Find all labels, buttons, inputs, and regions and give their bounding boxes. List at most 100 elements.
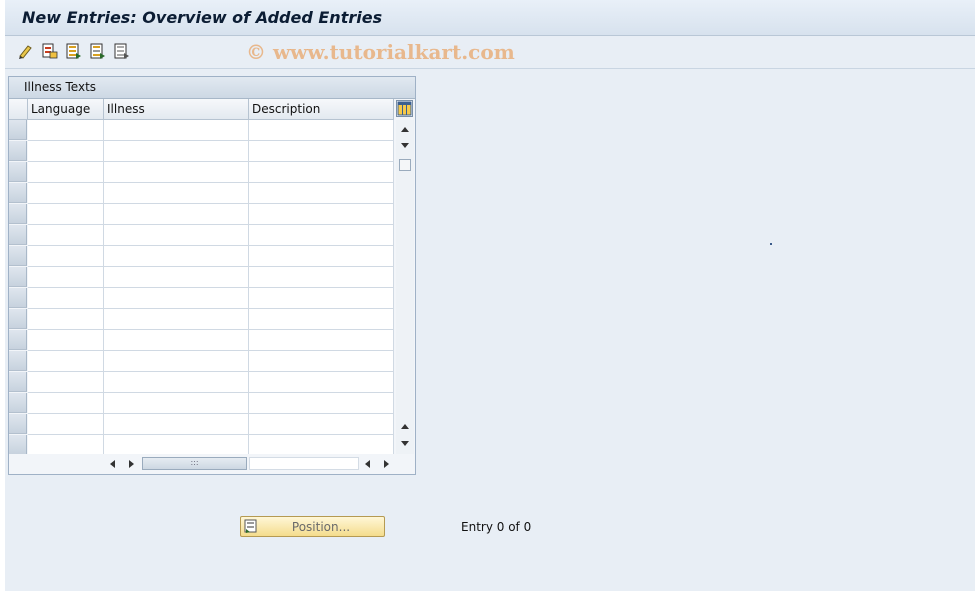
vertical-scrollbar[interactable] xyxy=(396,120,414,454)
copy-icon[interactable] xyxy=(41,42,59,60)
table-title-bar: Illness Texts xyxy=(9,77,415,99)
row-selector[interactable] xyxy=(9,225,27,245)
table-row xyxy=(9,351,394,372)
horizontal-scrollbar[interactable]: ::: xyxy=(9,454,415,473)
scroll-up-arrow-icon[interactable] xyxy=(400,125,410,133)
scroll-down-arrow-icon[interactable] xyxy=(400,142,410,150)
page-up-arrow-icon[interactable] xyxy=(400,422,410,430)
cell-language[interactable] xyxy=(28,351,104,372)
cell-illness[interactable] xyxy=(104,141,249,162)
row-selector[interactable] xyxy=(9,141,27,161)
row-selector[interactable] xyxy=(9,414,27,434)
table-row xyxy=(9,120,394,141)
cell-language[interactable] xyxy=(28,183,104,204)
row-selector[interactable] xyxy=(9,309,27,329)
cell-language[interactable] xyxy=(28,288,104,309)
cell-description[interactable] xyxy=(249,393,394,414)
cell-illness[interactable] xyxy=(104,435,249,456)
watermark: © www.tutorialkart.com xyxy=(246,40,515,64)
cell-language[interactable] xyxy=(28,225,104,246)
horizontal-scroll-thumb[interactable]: ::: xyxy=(142,457,247,470)
cell-illness[interactable] xyxy=(104,267,249,288)
table-settings-icon[interactable] xyxy=(396,100,413,117)
row-selector[interactable] xyxy=(9,183,27,203)
select-all-rows-cell[interactable] xyxy=(9,99,28,119)
column-header-illness[interactable]: Illness xyxy=(104,99,249,119)
cell-language[interactable] xyxy=(28,330,104,351)
row-selector[interactable] xyxy=(9,204,27,224)
cell-language[interactable] xyxy=(28,435,104,456)
cell-illness[interactable] xyxy=(104,351,249,372)
row-selector[interactable] xyxy=(9,393,27,413)
scroll-left-arrow-icon[interactable] xyxy=(109,459,117,469)
cell-description[interactable] xyxy=(249,435,394,456)
stray-dot xyxy=(770,243,772,245)
cell-language[interactable] xyxy=(28,372,104,393)
select-block-icon[interactable] xyxy=(89,42,107,60)
deselect-all-icon[interactable] xyxy=(113,42,131,60)
cell-description[interactable] xyxy=(249,162,394,183)
select-all-icon[interactable] xyxy=(65,42,83,60)
row-selector[interactable] xyxy=(9,372,27,392)
cell-language[interactable] xyxy=(28,246,104,267)
cell-illness[interactable] xyxy=(104,162,249,183)
scroll-right-arrow-icon[interactable] xyxy=(127,459,135,469)
row-selector[interactable] xyxy=(9,162,27,182)
row-selector[interactable] xyxy=(9,288,27,308)
scroll-left-end-arrow-icon[interactable] xyxy=(364,459,372,469)
cell-language[interactable] xyxy=(28,309,104,330)
cell-language[interactable] xyxy=(28,162,104,183)
column-header-language[interactable]: Language xyxy=(28,99,104,119)
page-down-arrow-icon[interactable] xyxy=(400,440,410,448)
cell-illness[interactable] xyxy=(104,204,249,225)
cell-illness[interactable] xyxy=(104,372,249,393)
cell-illness[interactable] xyxy=(104,309,249,330)
cell-illness[interactable] xyxy=(104,225,249,246)
cell-illness[interactable] xyxy=(104,288,249,309)
cell-language[interactable] xyxy=(28,120,104,141)
column-header-description[interactable]: Description xyxy=(249,99,394,119)
horizontal-scroll-track[interactable] xyxy=(249,457,359,470)
cell-description[interactable] xyxy=(249,372,394,393)
row-selector[interactable] xyxy=(9,120,27,140)
cell-description[interactable] xyxy=(249,225,394,246)
row-selector[interactable] xyxy=(9,351,27,371)
cell-description[interactable] xyxy=(249,141,394,162)
cell-description[interactable] xyxy=(249,414,394,435)
cell-illness[interactable] xyxy=(104,414,249,435)
cell-illness[interactable] xyxy=(104,246,249,267)
cell-description[interactable] xyxy=(249,267,394,288)
cell-language[interactable] xyxy=(28,267,104,288)
vertical-scroll-thumb[interactable] xyxy=(399,159,411,171)
cell-illness[interactable] xyxy=(104,183,249,204)
cell-description[interactable] xyxy=(249,330,394,351)
cell-language[interactable] xyxy=(28,414,104,435)
entry-counter: Entry 0 of 0 xyxy=(461,520,532,534)
cell-description[interactable] xyxy=(249,288,394,309)
sap-window: New Entries: Overview of Added Entries ©… xyxy=(5,0,975,591)
row-selector[interactable] xyxy=(9,435,27,455)
cell-description[interactable] xyxy=(249,309,394,330)
cell-description[interactable] xyxy=(249,204,394,225)
cell-description[interactable] xyxy=(249,246,394,267)
table-row xyxy=(9,288,394,309)
row-selector[interactable] xyxy=(9,246,27,266)
position-button[interactable]: Position... xyxy=(240,516,385,537)
row-selector[interactable] xyxy=(9,330,27,350)
table-row xyxy=(9,393,394,414)
cell-language[interactable] xyxy=(28,141,104,162)
cell-language[interactable] xyxy=(28,393,104,414)
cell-illness[interactable] xyxy=(104,120,249,141)
cell-language[interactable] xyxy=(28,204,104,225)
row-selector[interactable] xyxy=(9,267,27,287)
change-icon[interactable] xyxy=(17,42,35,60)
cell-description[interactable] xyxy=(249,120,394,141)
table-row xyxy=(9,225,394,246)
table-row xyxy=(9,435,394,456)
cell-description[interactable] xyxy=(249,351,394,372)
cell-illness[interactable] xyxy=(104,330,249,351)
table-row xyxy=(9,330,394,351)
cell-illness[interactable] xyxy=(104,393,249,414)
cell-description[interactable] xyxy=(249,183,394,204)
scroll-right-end-arrow-icon[interactable] xyxy=(382,459,390,469)
